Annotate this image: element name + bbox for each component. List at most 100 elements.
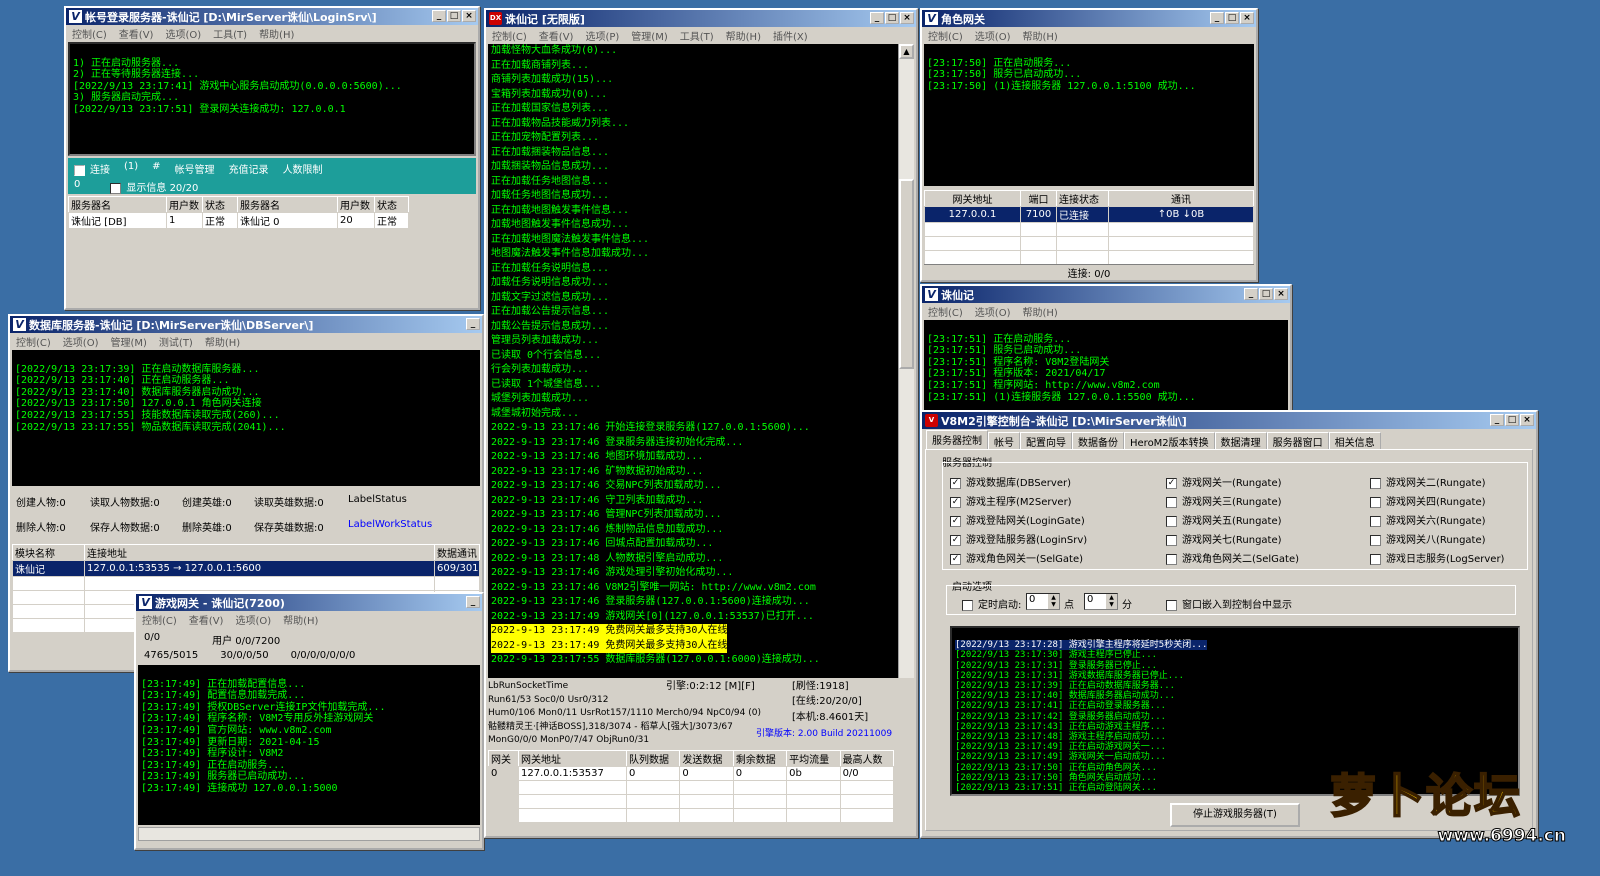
- table-row[interactable]: 诛仙记 [DB] 1 正常 诛仙记 0 20 正常: [68, 212, 409, 229]
- close-icon[interactable]: ×: [1274, 288, 1288, 300]
- service-checkbox[interactable]: ✓ 游戏网关一(Rungate): [1166, 474, 1282, 489]
- col-header[interactable]: 用户数: [337, 196, 375, 213]
- control-titlebar[interactable]: V V8M2引擎控制台-诛仙记 [D:\MirServer诛仙\] _ □ ×: [922, 412, 1536, 429]
- minimize-icon[interactable]: _: [1244, 288, 1258, 300]
- menu-help[interactable]: 帮助(H): [1022, 304, 1057, 319]
- minimize-icon[interactable]: _: [1490, 414, 1504, 426]
- horizontal-scrollbar[interactable]: [138, 827, 480, 841]
- menu-options[interactable]: 选项(P): [585, 28, 619, 43]
- col-header[interactable]: 网关地址: [924, 190, 1021, 207]
- menu-options[interactable]: 选项(O): [975, 304, 1011, 319]
- maximize-icon[interactable]: □: [1259, 288, 1273, 300]
- service-checkbox[interactable]: ✓ 游戏登陆网关(LoginGate): [950, 512, 1085, 527]
- checkbox[interactable]: [962, 599, 973, 611]
- checkbox[interactable]: ✓: [74, 164, 85, 176]
- col-header[interactable]: 最高人数: [839, 750, 895, 767]
- checkbox[interactable]: [1370, 534, 1381, 546]
- menu-options[interactable]: 选项(O): [63, 334, 99, 349]
- spin-arrows-icon[interactable]: ▲ ▼: [1048, 594, 1059, 609]
- menu-options[interactable]: 选项(O): [235, 612, 271, 627]
- minimize-icon[interactable]: _: [1210, 12, 1224, 24]
- menu-tools[interactable]: 工具(T): [680, 28, 714, 43]
- checkbox[interactable]: [1166, 496, 1177, 508]
- tab-account[interactable]: 帐号: [988, 432, 1020, 449]
- menu-options[interactable]: 选项(O): [975, 28, 1011, 43]
- service-checkbox[interactable]: 游戏日志服务(LogServer): [1370, 550, 1504, 565]
- tab-herom2[interactable]: HeroM2版本转换: [1124, 432, 1215, 449]
- col-header[interactable]: 网关: [488, 750, 519, 767]
- minimize-icon[interactable]: _: [432, 10, 446, 22]
- menu-manage[interactable]: 管理(M): [631, 28, 667, 43]
- login-titlebar[interactable]: V 帐号登录服务器-诛仙记 [D:\MirServer诛仙\LoginSrv\] …: [66, 8, 478, 25]
- checkbox[interactable]: [1370, 553, 1381, 565]
- service-checkbox[interactable]: 游戏网关八(Rungate): [1370, 531, 1486, 546]
- logingate-titlebar[interactable]: V 诛仙记 _ □ ×: [922, 286, 1290, 303]
- col-header[interactable]: 平均流量: [786, 750, 841, 767]
- menu-view[interactable]: 查看(V): [119, 26, 154, 41]
- checkmark-icon[interactable]: ✓: [950, 553, 961, 565]
- menu-tools[interactable]: 工具(T): [213, 26, 247, 41]
- tab-backup[interactable]: 数据备份: [1072, 432, 1124, 449]
- service-checkbox[interactable]: ✓ 游戏数据库(DBServer): [950, 474, 1071, 489]
- minimize-icon[interactable]: _: [466, 596, 480, 608]
- m2-titlebar[interactable]: DX 诛仙记 [无限版] _ □ ×: [486, 10, 916, 27]
- maximize-icon[interactable]: □: [447, 10, 461, 22]
- col-header[interactable]: 模块名称: [12, 544, 85, 561]
- checkbox[interactable]: [1166, 553, 1177, 565]
- menu-control[interactable]: 控制(C): [72, 26, 107, 41]
- table-row[interactable]: 诛仙记 127.0.0.1:53535 → 127.0.0.1:5600 609/3…: [12, 560, 480, 577]
- checkmark-icon[interactable]: ✓: [950, 496, 961, 508]
- close-icon[interactable]: ×: [462, 10, 476, 22]
- service-checkbox[interactable]: ✓ 游戏登陆服务器(LoginSrv): [950, 531, 1087, 546]
- gamegate-titlebar[interactable]: V 游戏网关 - 诛仙记(7200) _: [136, 594, 482, 611]
- maximize-icon[interactable]: □: [1505, 414, 1519, 426]
- tab-server-window[interactable]: 服务器窗口: [1266, 432, 1329, 449]
- db-titlebar[interactable]: V 数据库服务器-诛仙记 [D:\MirServer诛仙\DBServer\] _: [10, 316, 482, 333]
- minute-spinner[interactable]: 0 ▲ ▼: [1084, 593, 1118, 610]
- menu-control[interactable]: 控制(C): [928, 28, 963, 43]
- checkbox[interactable]: [1370, 477, 1381, 489]
- close-icon[interactable]: ×: [900, 12, 914, 24]
- limit-button[interactable]: 人数限制: [283, 161, 323, 176]
- maximize-icon[interactable]: □: [885, 12, 899, 24]
- tab-server-control[interactable]: 服务器控制: [926, 430, 988, 449]
- scroll-thumb[interactable]: [899, 179, 914, 369]
- menu-options[interactable]: 选项(O): [165, 26, 201, 41]
- col-header[interactable]: 连接状态: [1056, 190, 1109, 207]
- menu-view[interactable]: 查看(V): [189, 612, 224, 627]
- menu-test[interactable]: 测试(T): [159, 334, 193, 349]
- menu-control[interactable]: 控制(C): [928, 304, 963, 319]
- checkmark-icon[interactable]: ✓: [950, 515, 961, 527]
- table-row[interactable]: 127.0.0.1 7100 已连接 ↑0B ↓0B: [924, 206, 1254, 223]
- checkbox[interactable]: [1370, 515, 1381, 527]
- close-icon[interactable]: ×: [1520, 414, 1534, 426]
- spin-arrows-icon[interactable]: ▲ ▼: [1106, 594, 1117, 609]
- col-header[interactable]: 数据通讯: [434, 544, 480, 561]
- col-header[interactable]: 连接地址: [84, 544, 435, 561]
- col-header[interactable]: 服务器名: [237, 196, 338, 213]
- service-checkbox[interactable]: 游戏角色网关二(SelGate): [1166, 550, 1299, 565]
- service-checkbox[interactable]: 游戏网关三(Rungate): [1166, 493, 1282, 508]
- col-header[interactable]: 队列数据: [625, 750, 681, 767]
- col-header[interactable]: 状态: [202, 196, 238, 213]
- col-header[interactable]: 服务器名: [68, 196, 167, 213]
- col-header[interactable]: 剩余数据: [732, 750, 788, 767]
- checkmark-icon[interactable]: ✓: [950, 534, 961, 546]
- menu-help[interactable]: 帮助(H): [726, 28, 761, 43]
- col-header[interactable]: 通讯: [1108, 190, 1254, 207]
- checkmark-icon[interactable]: ✓: [1166, 477, 1177, 489]
- account-manage-button[interactable]: 帐号管理: [175, 161, 215, 176]
- show-info-check[interactable]: 显示信息 20/20: [110, 179, 198, 194]
- service-checkbox[interactable]: 游戏网关七(Rungate): [1166, 531, 1282, 546]
- service-checkbox[interactable]: 游戏网关二(Rungate): [1370, 474, 1486, 489]
- service-checkbox[interactable]: 游戏网关五(Rungate): [1166, 512, 1282, 527]
- tab-wizard[interactable]: 配置向导: [1020, 432, 1072, 449]
- close-icon[interactable]: ×: [1240, 12, 1254, 24]
- selgate-titlebar[interactable]: V 角色网关 _ □ ×: [922, 10, 1256, 27]
- checkbox[interactable]: [1166, 599, 1177, 611]
- maximize-icon[interactable]: □: [1225, 12, 1239, 24]
- checkbox[interactable]: [110, 182, 122, 194]
- checkbox[interactable]: [1166, 515, 1177, 527]
- minimize-icon[interactable]: _: [466, 318, 480, 330]
- col-header[interactable]: 网关地址: [518, 750, 627, 767]
